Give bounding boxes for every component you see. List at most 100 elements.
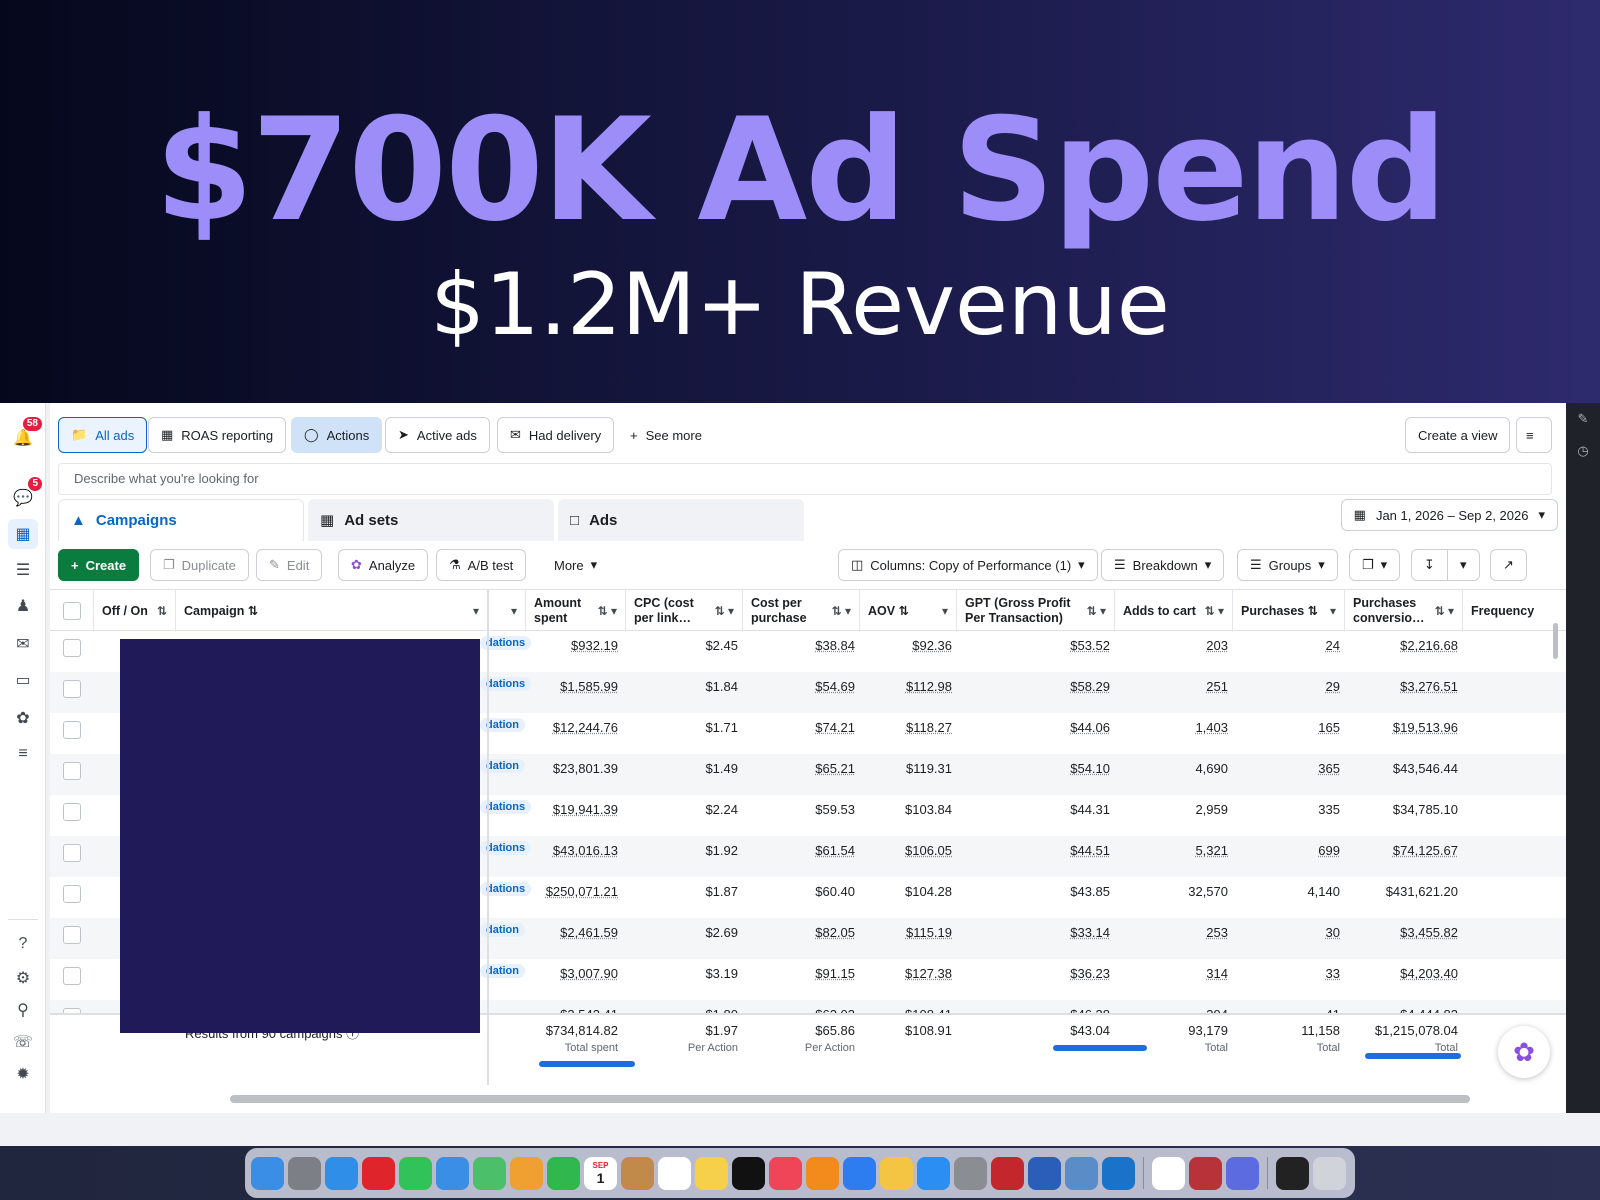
audience-icon[interactable]: ♟ xyxy=(8,591,38,621)
notes-icon[interactable] xyxy=(695,1156,728,1190)
create-view-button[interactable]: Create a view xyxy=(1405,417,1511,453)
view-had-delivery[interactable]: ✉ Had delivery xyxy=(497,417,615,453)
pixel-icon[interactable]: ✿ xyxy=(8,703,38,733)
analyze-button[interactable]: ✿ Analyze xyxy=(338,549,429,581)
maps-icon[interactable] xyxy=(473,1156,506,1190)
chrome-icon[interactable] xyxy=(1152,1156,1185,1190)
sort-icon[interactable]: ⇅ ▾ xyxy=(1205,604,1224,619)
header-amount-spent[interactable]: Amount spent ⇅ ▾ xyxy=(526,590,626,632)
appstore-icon[interactable] xyxy=(917,1156,950,1190)
keynote-icon[interactable] xyxy=(843,1156,876,1190)
billing-icon[interactable]: ▭ xyxy=(8,665,38,695)
row-checkbox[interactable] xyxy=(63,844,81,862)
columns-button[interactable]: ◫ Columns: Copy of Performance (1) ▾ xyxy=(838,549,1098,581)
header-purchases-conversion[interactable]: Purchases conversio… ⇅ ▾ xyxy=(1345,590,1463,632)
tab-campaigns[interactable]: ▲ Campaigns xyxy=(58,499,304,541)
row-checkbox[interactable] xyxy=(63,721,81,739)
table-icon[interactable]: ▦ xyxy=(8,519,38,549)
sort-icon[interactable]: ⇅ xyxy=(1308,604,1318,619)
header-aov[interactable]: AOV ⇅ ▾ xyxy=(860,590,957,632)
view-roas-reporting[interactable]: ▦ ROAS reporting xyxy=(148,417,287,453)
header-gpt[interactable]: GPT (Gross Profit Per Transaction) ⇅ ▾ xyxy=(957,590,1115,632)
app-icon[interactable] xyxy=(991,1156,1024,1190)
row-checkbox[interactable] xyxy=(63,762,81,780)
settings-icon[interactable] xyxy=(954,1156,987,1190)
header-off-on[interactable]: Off / On ⇅ xyxy=(94,590,176,632)
more-button[interactable]: More ▾ xyxy=(542,549,610,581)
breakdown-button[interactable]: ☰ Breakdown ▾ xyxy=(1101,549,1225,581)
row-checkbox[interactable] xyxy=(63,926,81,944)
finder-icon[interactable] xyxy=(251,1156,284,1190)
safari-icon[interactable] xyxy=(325,1156,358,1190)
messages-icon[interactable] xyxy=(399,1156,432,1190)
word-icon[interactable] xyxy=(1028,1156,1061,1190)
row-checkbox[interactable] xyxy=(63,639,81,657)
sort-icon[interactable]: ⇅ xyxy=(899,604,909,619)
mail-icon[interactable] xyxy=(436,1156,469,1190)
horizontal-scrollbar[interactable] xyxy=(230,1095,1470,1103)
tab-ads[interactable]: □ Ads xyxy=(558,499,804,541)
search-input[interactable]: Describe what you're looking for xyxy=(58,463,1552,495)
caret-down-icon[interactable]: ▾ xyxy=(1330,604,1336,619)
vlc-icon[interactable] xyxy=(806,1156,839,1190)
bug-icon[interactable]: ✹ xyxy=(8,1059,38,1089)
outlook-icon[interactable] xyxy=(1102,1156,1135,1190)
ab-test-button[interactable]: ⚗ A/B test xyxy=(436,549,527,581)
header-purchases[interactable]: Purchases ⇅ ▾ xyxy=(1233,590,1345,632)
tab-ad-sets[interactable]: ▦ Ad sets xyxy=(308,499,554,541)
date-range-picker[interactable]: ▦ Jan 1, 2026 – Sep 2, 2026 ▾ xyxy=(1340,499,1558,531)
search-icon[interactable]: ⚲ xyxy=(8,995,38,1025)
facetime-icon[interactable] xyxy=(547,1156,580,1190)
terminal-icon[interactable] xyxy=(1276,1156,1309,1190)
header-adds-to-cart[interactable]: Adds to cart ⇅ ▾ xyxy=(1115,590,1233,632)
create-button[interactable]: + Create xyxy=(58,549,140,581)
sort-icon[interactable]: ⇅ ▾ xyxy=(715,604,734,619)
appletv-icon[interactable] xyxy=(732,1156,765,1190)
header-cpc[interactable]: CPC (cost per link… ⇅ ▾ xyxy=(626,590,743,632)
select-all-checkbox[interactable] xyxy=(63,602,81,620)
caret-down-icon[interactable]: ▾ xyxy=(942,604,948,619)
header-campaign[interactable]: Campaign ⇅ ▾ xyxy=(176,590,488,632)
dictionary-icon[interactable] xyxy=(1189,1156,1222,1190)
calendar-icon[interactable]: SEP 1 xyxy=(584,1156,617,1190)
contacts-icon[interactable] xyxy=(621,1156,654,1190)
view-actions[interactable]: ◯ Actions xyxy=(291,417,383,453)
launchpad-icon[interactable] xyxy=(288,1156,321,1190)
megaphone-icon[interactable]: ✉ xyxy=(8,629,38,659)
sort-icon[interactable]: ⇅ xyxy=(248,604,258,619)
reminders-icon[interactable] xyxy=(658,1156,691,1190)
gear-icon[interactable]: ⚙ xyxy=(8,963,38,993)
assistant-button[interactable]: ✿ xyxy=(1498,1026,1550,1078)
app-icon[interactable] xyxy=(1226,1156,1259,1190)
clock-icon[interactable]: ◷ xyxy=(1575,443,1591,459)
music-icon[interactable] xyxy=(769,1156,802,1190)
caret-down-icon[interactable]: ▾ xyxy=(511,604,517,619)
header-cost-per-purchase[interactable]: Cost per purchase ⇅ ▾ xyxy=(743,590,860,632)
sort-icon[interactable]: ⇅ ▾ xyxy=(832,604,851,619)
see-more-button[interactable]: + See more xyxy=(618,417,714,453)
menu-icon[interactable]: ≡ xyxy=(8,739,38,769)
preview-icon[interactable] xyxy=(1065,1156,1098,1190)
reports-button[interactable]: ❐ ▾ xyxy=(1349,549,1401,581)
view-active-ads[interactable]: ➤ Active ads xyxy=(385,417,490,453)
chat-icon[interactable]: 💬 5 xyxy=(8,477,42,513)
duplicate-button[interactable]: ❐ Duplicate xyxy=(150,549,249,581)
view-settings-button[interactable]: ≡ xyxy=(1516,417,1552,453)
charts-button[interactable]: ↗ xyxy=(1490,549,1527,581)
vertical-scrollbar[interactable] xyxy=(1553,623,1558,659)
export-menu-button[interactable]: ▾ xyxy=(1447,549,1480,581)
bell-icon[interactable]: 🔔 58 xyxy=(8,417,42,453)
caret-down-icon[interactable]: ▾ xyxy=(473,604,479,619)
sort-icon[interactable]: ⇅ ▾ xyxy=(1435,604,1454,619)
export-button[interactable]: ↧ xyxy=(1411,549,1448,581)
sort-icon[interactable]: ⇅ ▾ xyxy=(1087,604,1106,619)
photos-icon[interactable] xyxy=(510,1156,543,1190)
edit-button[interactable]: ✎ Edit xyxy=(256,549,323,581)
row-checkbox[interactable] xyxy=(63,803,81,821)
pencil-icon[interactable]: ✎ xyxy=(1575,411,1591,427)
opera-icon[interactable] xyxy=(362,1156,395,1190)
row-checkbox[interactable] xyxy=(63,680,81,698)
pages-icon[interactable]: ☰ xyxy=(8,555,38,585)
header-frequency[interactable]: Frequency xyxy=(1463,590,1566,632)
view-all-ads[interactable]: 📁 All ads xyxy=(58,417,148,453)
